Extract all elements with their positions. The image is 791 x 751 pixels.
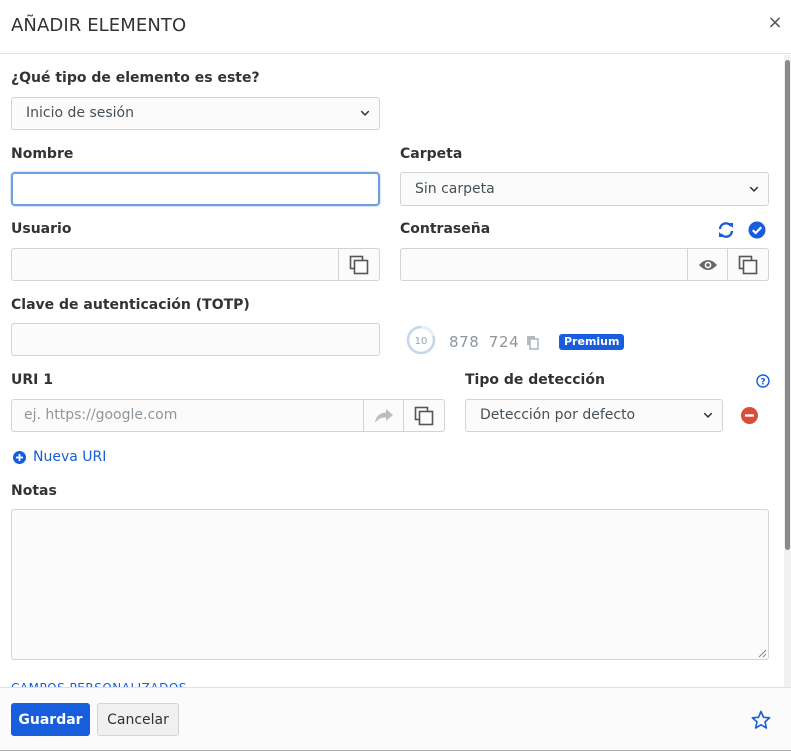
password-input[interactable] [400, 248, 688, 281]
copy-icon[interactable] [526, 335, 540, 350]
item-type-select[interactable]: Inicio de sesión [11, 97, 380, 130]
item-type-value: Inicio de sesión [26, 105, 134, 121]
check-circle-icon[interactable] [748, 221, 766, 239]
plus-circle-icon [13, 450, 26, 464]
totp-input[interactable] [11, 323, 380, 356]
launch-uri-button[interactable] [364, 399, 404, 432]
chevron-down-icon [749, 186, 759, 192]
username-input[interactable] [11, 248, 339, 281]
username-label: Usuario [11, 221, 72, 237]
totp-seconds: 10 [415, 336, 428, 347]
scrollbar[interactable] [784, 55, 791, 687]
password-label: Contraseña [400, 221, 491, 237]
match-detection-select[interactable]: Detección por defecto [465, 399, 723, 432]
copy-uri-button[interactable] [404, 399, 445, 432]
chevron-down-icon [360, 110, 370, 116]
item-type-label: ¿Qué tipo de elemento es este? [11, 70, 260, 86]
copy-icon [349, 255, 369, 274]
totp-code: 878 724 [449, 333, 520, 351]
refresh-icon[interactable] [717, 221, 735, 239]
uri-input[interactable]: ej. https://google.com [11, 399, 364, 432]
premium-badge: Premium [559, 334, 625, 350]
eye-icon [698, 259, 717, 270]
match-detection-value: Detección por defecto [480, 407, 636, 423]
dialog-footer: Guardar Cancelar [0, 687, 791, 750]
name-label: Nombre [11, 146, 74, 162]
uri-placeholder: ej. https://google.com [24, 407, 178, 423]
launch-icon [374, 408, 393, 423]
new-uri-button[interactable]: Nueva URI [13, 448, 106, 466]
copy-icon [414, 406, 434, 425]
name-input[interactable] [11, 172, 380, 206]
add-item-dialog: AÑADIR ELEMENTO × ¿Qué tipo de elemento … [0, 0, 791, 751]
question-circle-icon[interactable]: ? [756, 374, 770, 388]
resize-grip-icon[interactable] [757, 648, 767, 658]
uri-label: URI 1 [11, 372, 53, 388]
folder-select[interactable]: Sin carpeta [400, 172, 769, 206]
star-icon[interactable] [751, 710, 771, 730]
totp-countdown: 10 [406, 325, 436, 355]
svg-text:?: ? [760, 378, 765, 388]
notes-label: Notas [11, 483, 57, 499]
save-button[interactable]: Guardar [11, 703, 90, 736]
folder-label: Carpeta [400, 146, 463, 162]
close-icon[interactable]: × [766, 13, 784, 33]
new-uri-label: Nueva URI [33, 449, 107, 465]
folder-value: Sin carpeta [415, 181, 495, 197]
minus-circle-icon[interactable] [741, 407, 758, 424]
scrollbar-thumb[interactable] [785, 60, 790, 550]
match-detection-label: Tipo de detección [465, 372, 605, 388]
copy-password-button[interactable] [728, 248, 769, 281]
notes-textarea[interactable] [11, 509, 769, 660]
dialog-title: AÑADIR ELEMENTO [11, 15, 187, 36]
dialog-header: AÑADIR ELEMENTO × [0, 0, 791, 54]
toggle-password-visibility-button[interactable] [688, 248, 728, 281]
copy-username-button[interactable] [339, 248, 380, 281]
cancel-button[interactable]: Cancelar [97, 703, 179, 736]
totp-label: Clave de autenticación (TOTP) [11, 297, 250, 313]
copy-icon [738, 255, 758, 274]
chevron-down-icon [703, 412, 713, 418]
